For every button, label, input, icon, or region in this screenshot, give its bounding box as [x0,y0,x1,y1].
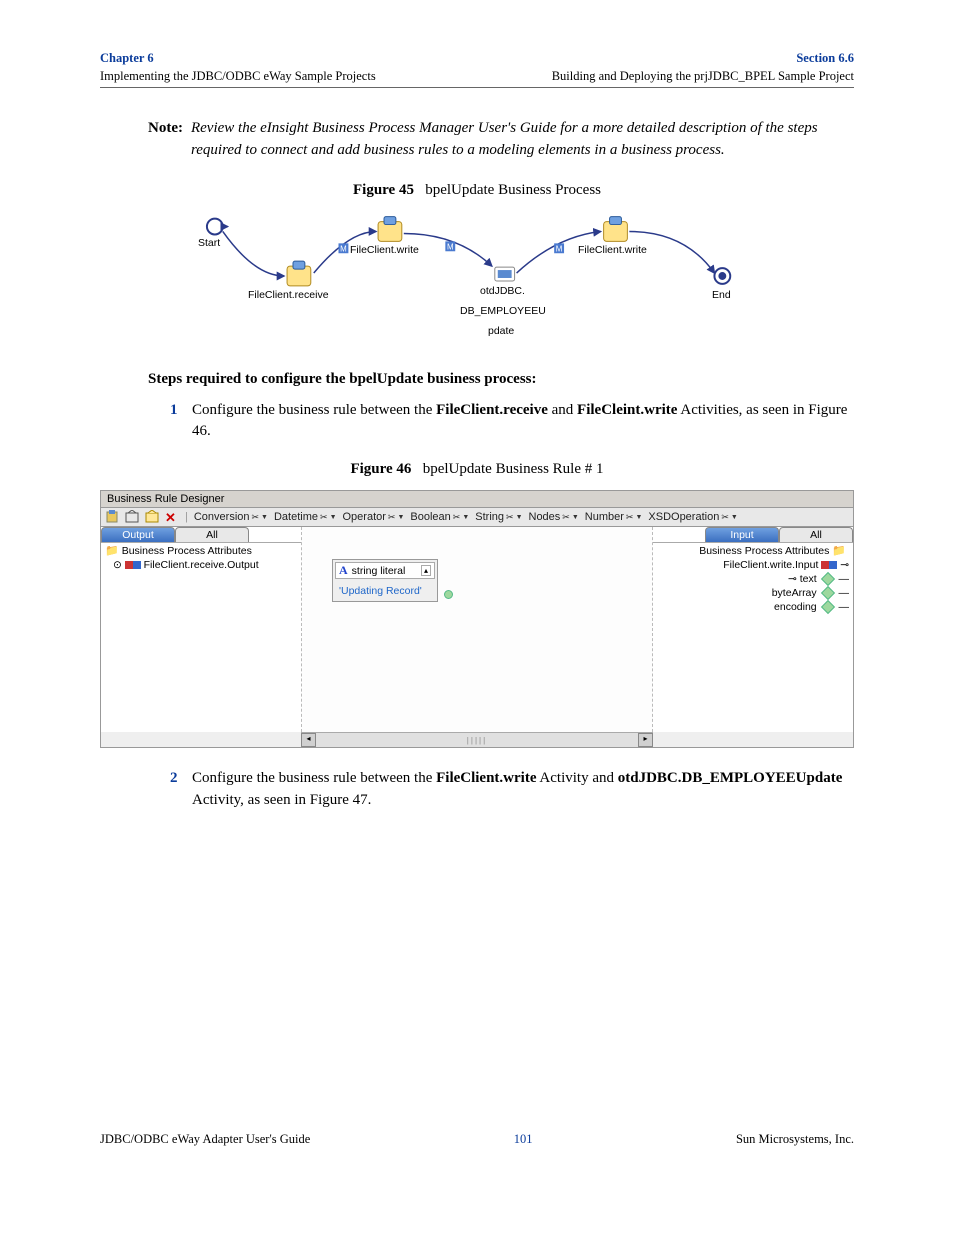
scroll-right-button[interactable]: ▸ [638,733,653,747]
output-tab[interactable]: Output [101,527,175,542]
xsdoperation-menu[interactable]: XSDOperation ✂ ▼ [648,511,737,523]
output-panel: Output All Business Process Attributes ⊙… [101,527,301,732]
boolean-menu[interactable]: Boolean ✂ ▼ [410,511,469,523]
figure-46-caption: Figure 46 bpelUpdate Business Rule # 1 [100,461,854,478]
figure-46-title: bpelUpdate Business Rule # 1 [423,461,604,477]
input-tab[interactable]: Input [705,527,779,542]
figure-45-caption: Figure 45 bpelUpdate Business Process [100,182,854,199]
horizontal-scrollbar[interactable]: ◂ ||||| ▸ [301,732,653,747]
note-text: Review the eInsight Business Process Man… [191,118,854,162]
note-label: Note: [148,118,191,162]
literal-label: string literal [352,565,406,577]
page-number: 101 [514,1132,533,1147]
literal-value: 'Updating Record' [335,579,435,599]
toolbar-icon-2[interactable] [125,510,139,524]
nodes-menu[interactable]: Nodes ✂ ▼ [529,511,579,523]
scroll-left-button[interactable]: ◂ [301,733,316,747]
literal-type-icon: A [339,563,348,578]
svg-text:M: M [447,242,454,251]
flow-receive-label: FileClient.receive [248,289,329,301]
step-1: 1 Configure the business rule between th… [170,400,854,444]
mapping-canvas[interactable]: A string literal ▴ 'Updating Record' [301,527,653,732]
input-all-tab[interactable]: All [779,527,853,542]
toolbar-icon-1[interactable] [105,510,119,524]
step-2-number: 2 [170,768,192,812]
input-leaf-bytearray[interactable]: byteArray — [653,586,853,600]
string-menu[interactable]: String ✂ ▼ [475,511,522,523]
flow-write2-label: FileClient.write [578,244,647,256]
flow-start-label: Start [198,237,220,249]
step-1-text: Configure the business rule between the … [192,400,854,444]
steps-heading: Steps required to configure the bpelUpda… [148,371,854,388]
number-menu[interactable]: Number ✂ ▼ [585,511,643,523]
output-root[interactable]: Business Process Attributes [101,543,301,558]
flow-write1-label: FileClient.write [350,244,419,256]
conversion-menu[interactable]: Conversion ✂ ▼ [194,511,268,523]
string-literal-node[interactable]: A string literal ▴ 'Updating Record' [332,559,438,602]
footer-right: Sun Microsystems, Inc. [736,1132,854,1147]
figure-45-number: Figure 45 [353,182,414,198]
section-subtitle: Building and Deploying the prjJDBC_BPEL … [552,69,854,83]
footer-left: JDBC/ODBC eWay Adapter User's Guide [100,1132,310,1147]
collapse-icon[interactable]: ▴ [421,565,431,576]
designer-body: Output All Business Process Attributes ⊙… [101,527,853,732]
input-root[interactable]: Business Process Attributes [653,543,853,558]
svg-text:M: M [556,244,563,253]
designer-titlebar: Business Rule Designer [101,491,853,508]
figure-46-number: Figure 46 [350,461,411,477]
flow-end-label: End [712,289,731,301]
svg-text:M: M [340,244,347,253]
input-panel: Input All Business Process Attributes Fi… [653,527,853,732]
step-2: 2 Configure the business rule between th… [170,768,854,812]
input-child[interactable]: FileClient.write.Input ⊸ [653,558,853,572]
section-label: Section 6.6 [796,51,854,65]
designer-toolbar: ✕ | Conversion ✂ ▼ Datetime ✂ ▼ Operator… [101,508,853,527]
output-port-icon[interactable] [444,590,453,599]
flow-update-label2: DB_EMPLOYEEU [460,305,546,317]
step-1-number: 1 [170,400,192,444]
operator-menu[interactable]: Operator ✂ ▼ [343,511,405,523]
chapter-label: Chapter 6 [100,51,154,65]
figure-45-title: bpelUpdate Business Process [425,182,601,198]
flow-update-label1: otdJDBC. [480,285,525,297]
figure-45-diagram: M M M Start FileClient.receive FileClien… [200,211,754,341]
business-rule-designer: Business Rule Designer ✕ | Conversion ✂ … [100,490,854,748]
step-2-text: Configure the business rule between the … [192,768,854,812]
note-block: Note: Review the eInsight Business Proce… [148,118,854,162]
toolbar-icon-3[interactable] [145,510,159,524]
flow-update-label3: pdate [488,325,514,337]
output-child[interactable]: ⊙ FileClient.receive.Output [101,558,301,572]
input-leaf-text[interactable]: ⊸ text — [653,572,853,586]
flow-svg: M M M [200,211,754,341]
output-all-tab[interactable]: All [175,527,249,542]
page-header: Chapter 6 Implementing the JDBC/ODBC eWa… [100,50,854,88]
chapter-subtitle: Implementing the JDBC/ODBC eWay Sample P… [100,69,376,83]
page-footer: JDBC/ODBC eWay Adapter User's Guide 101 … [100,1132,854,1147]
datetime-menu[interactable]: Datetime ✂ ▼ [274,511,337,523]
delete-icon[interactable]: ✕ [165,510,179,524]
input-leaf-encoding[interactable]: encoding — [653,600,853,614]
